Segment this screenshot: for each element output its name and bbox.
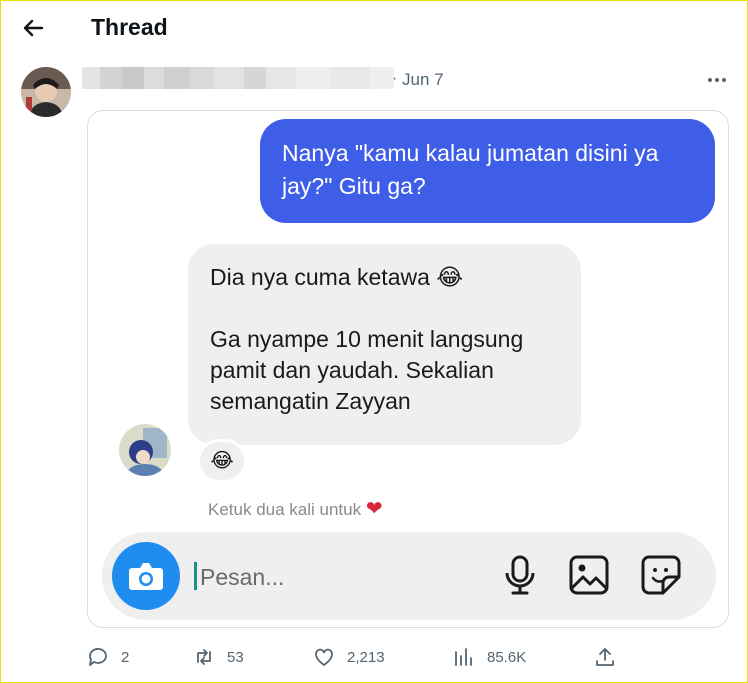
views-action[interactable]: 85.6K [453,640,526,674]
back-button[interactable] [20,14,48,42]
message-input[interactable] [200,560,450,594]
repost-count: 53 [227,648,244,666]
reply-icon [89,648,107,666]
camera-button[interactable] [112,542,180,610]
post-actions: 2 53 2,213 85.6K [0,640,748,674]
reply-count: 2 [121,648,130,666]
sticker-icon [641,555,681,595]
separator-dot: · [392,70,398,87]
repost-action[interactable]: 53 [193,640,244,674]
more-icon [708,78,726,82]
header: Thread [0,0,748,56]
microphone-button[interactable] [500,554,540,596]
gallery-button[interactable] [568,554,610,596]
incoming-message-bubble: Dia nya cuma ketawa 😂 Ga nyampe 10 menit… [188,244,581,445]
text-cursor [194,562,197,590]
heart-icon: ❤ [365,498,383,520]
image-icon [569,555,609,595]
views-chart-icon [455,648,472,666]
username-blurred[interactable] [82,67,394,89]
message-reaction[interactable]: 😂 [197,439,247,483]
author-avatar[interactable] [21,67,71,117]
like-action[interactable]: 2,213 [313,640,385,674]
more-button[interactable] [706,70,728,90]
hint-text: Ketuk dua kali untuk [208,500,362,519]
author-avatar-image [21,67,71,117]
sender-avatar [119,424,171,476]
share-icon [596,648,614,666]
heart-outline-icon [315,648,333,666]
microphone-icon [505,555,535,595]
sticker-button[interactable] [640,554,682,596]
post-date[interactable]: Jun 7 [402,70,444,90]
reply-action[interactable]: 2 [87,640,129,674]
post-media-screenshot[interactable]: Nanya "kamu kalau jumatan disini ya jay?… [87,110,729,628]
outgoing-message-bubble: Nanya "kamu kalau jumatan disini ya jay?… [260,119,715,223]
like-count: 2,213 [347,648,385,666]
message-composer [102,532,716,620]
double-tap-hint: Ketuk dua kali untuk ❤ [208,496,383,521]
share-action[interactable] [594,640,616,674]
camera-icon [129,563,163,590]
views-count: 85.6K [487,648,527,666]
arrow-left-icon [23,19,44,37]
repost-icon [197,649,211,665]
page-title: Thread [91,14,168,40]
